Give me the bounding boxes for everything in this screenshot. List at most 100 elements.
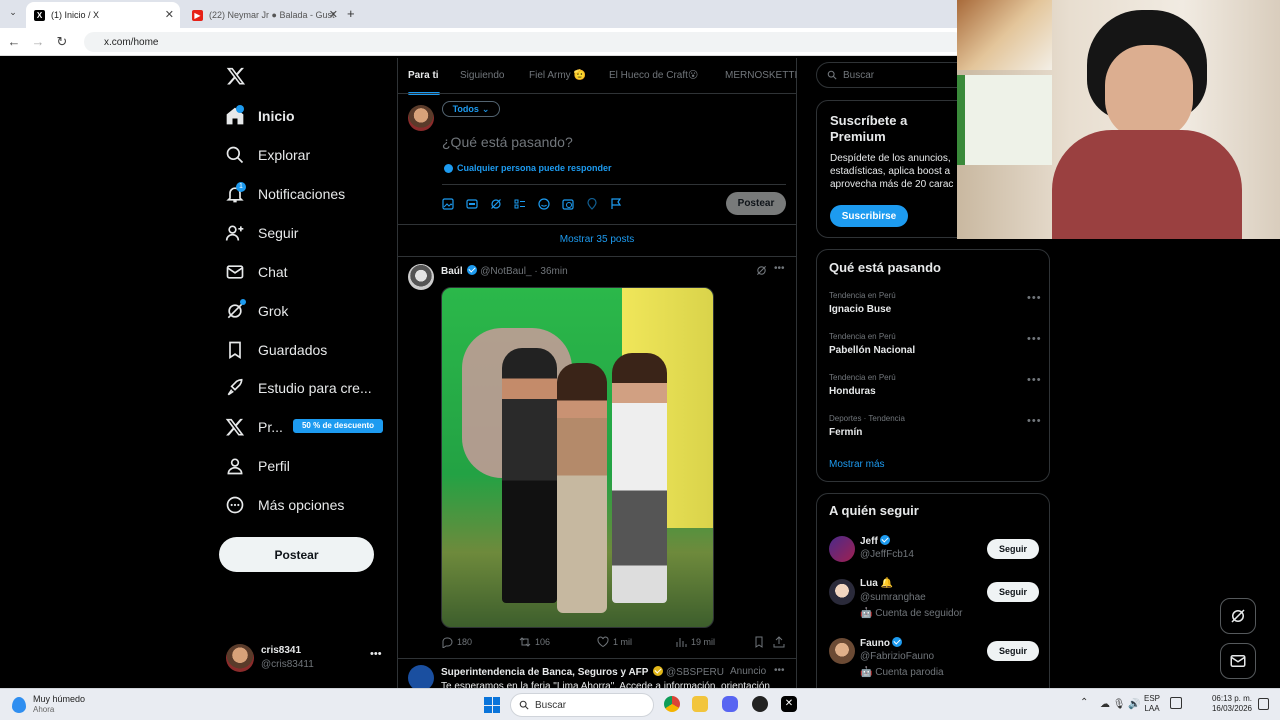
more-icon[interactable]: ••• bbox=[774, 263, 785, 274]
more-icon[interactable]: ••• bbox=[1027, 415, 1042, 427]
tab-title: (22) Neymar Jr ● Balada - Gust bbox=[209, 10, 335, 20]
sidebar-item-explorar[interactable]: Explorar bbox=[224, 140, 310, 170]
windows-taskbar: Muy húmedo Ahora Buscar ✕ ⌃ ☁ 🎙 🔊 ESP LA… bbox=[0, 688, 1280, 720]
url-input[interactable]: x.com/home bbox=[84, 32, 964, 52]
grok-icon[interactable] bbox=[490, 198, 502, 210]
close-icon[interactable]: ✕ bbox=[165, 8, 174, 21]
x-logo-icon[interactable] bbox=[226, 66, 246, 86]
tab-list-button[interactable]: ⌄ bbox=[6, 7, 20, 21]
taskbar-search[interactable]: Buscar bbox=[510, 693, 654, 717]
post-author-handle[interactable]: @NotBaul_ bbox=[480, 266, 531, 277]
location-icon[interactable] bbox=[586, 198, 598, 210]
sidebar-item-estudio[interactable]: Estudio para cre... bbox=[224, 373, 372, 403]
view-count: 19 mil bbox=[691, 637, 716, 647]
language-indicator[interactable]: ESP LAA bbox=[1144, 694, 1160, 714]
tab-x-home[interactable]: X (1) Inicio / X ✕ bbox=[26, 2, 180, 28]
new-tab-button[interactable]: + bbox=[347, 6, 355, 21]
poll-icon[interactable] bbox=[514, 198, 526, 210]
who-name[interactable]: Lua 🔔 bbox=[860, 578, 893, 589]
gif-icon[interactable] bbox=[466, 198, 478, 210]
bookmark-icon[interactable] bbox=[753, 636, 765, 648]
notifications-icon[interactable] bbox=[1258, 698, 1269, 710]
more-icon[interactable]: ••• bbox=[774, 665, 785, 676]
reload-icon[interactable]: ↻ bbox=[54, 34, 70, 50]
schedule-icon[interactable] bbox=[562, 198, 574, 210]
reply-setting[interactable]: Cualquier persona puede responder bbox=[444, 163, 612, 173]
compose-input[interactable]: ¿Qué está pasando? bbox=[442, 134, 573, 150]
tab-youtube[interactable]: ▶ (22) Neymar Jr ● Balada - Gust ✕ bbox=[184, 2, 344, 28]
follow-button[interactable]: Seguir bbox=[987, 582, 1039, 602]
search-icon bbox=[519, 700, 529, 710]
who-name[interactable]: Jeff bbox=[860, 536, 878, 547]
share-icon[interactable] bbox=[773, 636, 785, 648]
post-button[interactable]: Postear bbox=[219, 537, 374, 572]
divider bbox=[398, 93, 796, 94]
more-icon[interactable]: ••• bbox=[1027, 374, 1042, 386]
taskbar-search-label: Buscar bbox=[535, 699, 567, 711]
post-time[interactable]: · 36min bbox=[534, 266, 567, 277]
weather-icon[interactable] bbox=[12, 697, 26, 713]
grok-fab[interactable] bbox=[1220, 598, 1256, 634]
sidebar-item-guardados[interactable]: Guardados bbox=[224, 335, 327, 365]
app-icon[interactable] bbox=[752, 696, 768, 712]
tray-chevron-icon[interactable]: ⌃ bbox=[1080, 697, 1088, 708]
reply-button[interactable]: 180 bbox=[441, 636, 472, 648]
messages-fab[interactable] bbox=[1220, 643, 1256, 679]
follow-button[interactable]: Seguir bbox=[987, 539, 1039, 559]
tab-hueco-craft[interactable]: El Hueco de Craft😮 bbox=[609, 70, 698, 81]
tray-icons[interactable]: ☁ 🎙 🔊 bbox=[1100, 699, 1141, 710]
sidebar-item-seguir[interactable]: Seguir bbox=[224, 218, 298, 248]
tab-mernosketti[interactable]: MERNOSKETTI bbox=[725, 70, 797, 81]
tab-siguiendo[interactable]: Siguiendo bbox=[460, 70, 504, 81]
file-explorer-icon[interactable] bbox=[692, 696, 708, 712]
sidebar-item-perfil[interactable]: Perfil bbox=[224, 451, 290, 481]
audience-dropdown[interactable]: Todos ⌄ bbox=[442, 101, 500, 117]
account-handle: @cris83411 bbox=[261, 659, 314, 670]
post-author-handle[interactable]: @SBSPERU bbox=[666, 667, 724, 678]
more-icon[interactable]: ••• bbox=[1027, 292, 1042, 304]
sidebar-item-premium[interactable]: Pr... bbox=[224, 412, 283, 442]
who-name[interactable]: Fauno bbox=[860, 638, 890, 649]
close-icon[interactable]: ✕ bbox=[329, 8, 338, 21]
emoji-icon[interactable] bbox=[538, 198, 550, 210]
like-button[interactable]: 1 mil bbox=[597, 636, 632, 648]
back-icon[interactable]: ← bbox=[6, 34, 22, 49]
network-icon[interactable] bbox=[1170, 697, 1182, 709]
start-button[interactable] bbox=[484, 697, 500, 713]
avatar[interactable] bbox=[829, 536, 855, 562]
show-more-posts[interactable]: Mostrar 35 posts bbox=[398, 234, 796, 245]
x-app-icon[interactable]: ✕ bbox=[781, 696, 797, 712]
sidebar-item-grok[interactable]: Grok bbox=[224, 296, 288, 326]
avatar[interactable] bbox=[408, 264, 434, 290]
sidebar-item-chat[interactable]: Chat bbox=[224, 257, 288, 287]
flag-icon[interactable] bbox=[610, 198, 622, 210]
clock-time: 06:13 p. m. bbox=[1211, 694, 1252, 703]
post-author-name[interactable]: Baúl bbox=[441, 266, 463, 277]
weather-text[interactable]: Muy húmedo bbox=[33, 694, 85, 704]
avatar[interactable] bbox=[829, 579, 855, 605]
avatar[interactable] bbox=[829, 638, 855, 664]
repost-button[interactable]: 106 bbox=[519, 636, 550, 648]
tab-para-ti[interactable]: Para ti bbox=[408, 70, 439, 81]
views-button[interactable]: 19 mil bbox=[675, 636, 715, 648]
post-image[interactable] bbox=[441, 287, 714, 628]
image-icon[interactable] bbox=[442, 198, 454, 210]
sidebar-item-mas-opciones[interactable]: Más opciones bbox=[224, 490, 344, 520]
follow-button[interactable]: Seguir bbox=[987, 641, 1039, 661]
clock[interactable]: 06:13 p. m. 16/03/2026 bbox=[1206, 694, 1252, 714]
post-author-name[interactable]: Superintendencia de Banca, Seguros y AFP bbox=[441, 667, 648, 678]
sidebar-item-inicio[interactable]: Inicio bbox=[224, 101, 295, 131]
grok-icon[interactable] bbox=[756, 265, 767, 276]
compose-post-button[interactable]: Postear bbox=[726, 192, 786, 215]
account-switcher[interactable]: cris8341 @cris83411 ••• bbox=[224, 642, 384, 676]
subscribe-button[interactable]: Suscribirse bbox=[830, 205, 908, 227]
tab-fiel-army[interactable]: Fiel Army 🫡 bbox=[529, 70, 586, 81]
divider bbox=[442, 184, 786, 185]
discord-icon[interactable] bbox=[722, 696, 738, 712]
notification-badge: 1 bbox=[236, 182, 246, 192]
show-more-trends[interactable]: Mostrar más bbox=[829, 459, 885, 470]
more-icon[interactable]: ••• bbox=[370, 648, 382, 660]
forward-icon[interactable]: → bbox=[30, 34, 46, 49]
chrome-icon[interactable] bbox=[664, 696, 680, 712]
more-icon[interactable]: ••• bbox=[1027, 333, 1042, 345]
